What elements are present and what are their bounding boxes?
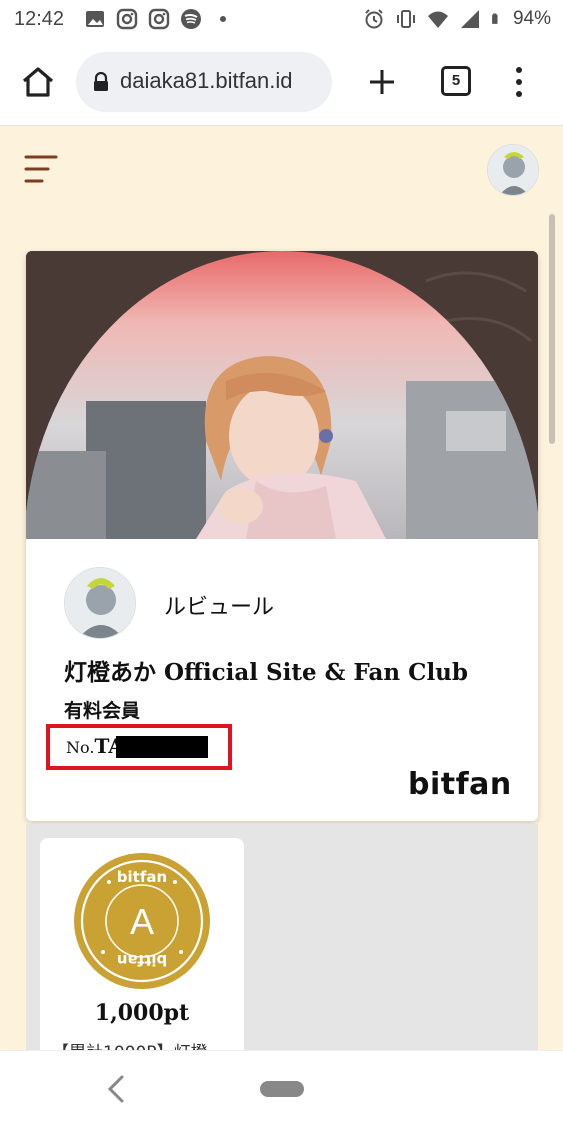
point-card[interactable]: bitfan A bitfan 1,000pt 【累計1000P】灯橙 xyxy=(40,838,244,1050)
points-description: 【累計1000P】灯橙 xyxy=(52,1038,208,1050)
home-gesture-pill[interactable] xyxy=(260,1081,304,1097)
dot-icon xyxy=(220,16,226,22)
hamburger-menu-icon[interactable] xyxy=(24,154,58,184)
lock-icon xyxy=(94,72,108,91)
card-body: ルビュール 灯橙あか Official Site & Fan Club 有料会員… xyxy=(26,539,538,821)
instagram-icon xyxy=(116,8,138,30)
battery-percent: 94% xyxy=(512,8,551,29)
membership-type: 有料会員 xyxy=(64,700,141,722)
signal-icon xyxy=(460,10,479,28)
points-value: 1,000pt xyxy=(94,1000,190,1026)
more-menu-icon[interactable] xyxy=(512,66,526,98)
coin-letter: A xyxy=(130,901,154,942)
member-name: ルビュール xyxy=(164,595,275,620)
header-avatar[interactable] xyxy=(487,144,539,196)
avatar-image xyxy=(488,145,538,195)
system-icons: 94% xyxy=(363,8,551,30)
page-content: ルビュール 灯橙あか Official Site & Fan Club 有料会員… xyxy=(0,126,563,1050)
member-avatar xyxy=(64,567,136,639)
hero-photo xyxy=(26,251,538,539)
tab-switcher-button[interactable]: 5 xyxy=(441,66,471,96)
avatar-image xyxy=(65,568,135,638)
page-scrollbar[interactable] xyxy=(549,214,555,444)
wifi-icon xyxy=(427,11,448,28)
alarm-icon xyxy=(365,9,383,29)
notification-icons xyxy=(84,8,234,30)
status-time: 12:42 xyxy=(14,8,65,30)
gallery-icon xyxy=(86,11,104,27)
coin-bottom-text: bitfan xyxy=(117,951,167,969)
vibrate-icon xyxy=(396,10,415,28)
home-icon[interactable] xyxy=(18,62,58,102)
status-bar: 12:42 94% xyxy=(0,0,563,40)
instagram-icon xyxy=(148,8,170,30)
spotify-icon xyxy=(181,9,201,29)
new-tab-icon[interactable] xyxy=(364,64,400,100)
battery-icon xyxy=(492,13,498,24)
back-icon[interactable] xyxy=(104,1073,128,1105)
member-number-prefix: No. xyxy=(66,738,95,757)
address-bar[interactable]: daiaka81.bitfan.id xyxy=(76,52,332,112)
member-number-highlight: No.TA- xyxy=(46,724,232,770)
coin-top-text: bitfan xyxy=(117,868,167,886)
android-nav-bar xyxy=(0,1050,563,1125)
rewards-section: bitfan A bitfan 1,000pt 【累計1000P】灯橙 xyxy=(26,824,538,1050)
fan-club-name: 灯橙あか Official Site & Fan Club xyxy=(64,659,468,686)
bitfan-coin-icon: bitfan A bitfan xyxy=(74,853,210,989)
url-text: daiaka81.bitfan.id xyxy=(120,68,293,93)
bitfan-logo: bitfan xyxy=(408,767,512,802)
card-hero-image xyxy=(26,251,538,539)
redaction-bar xyxy=(116,736,208,758)
browser-toolbar: daiaka81.bitfan.id 5 xyxy=(0,40,563,126)
membership-card: ルビュール 灯橙あか Official Site & Fan Club 有料会員… xyxy=(26,251,538,821)
